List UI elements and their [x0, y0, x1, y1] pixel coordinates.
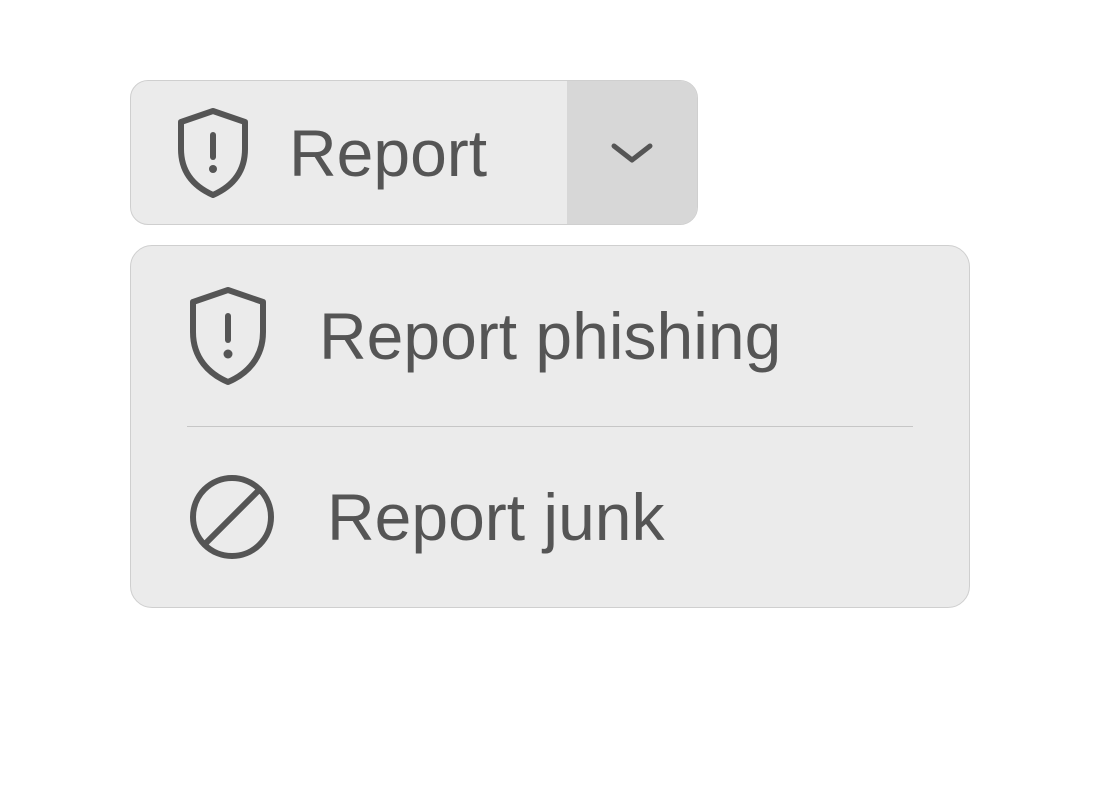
report-phishing-item[interactable]: Report phishing [131, 246, 969, 426]
menu-item-label: Report phishing [319, 298, 781, 374]
menu-item-label: Report junk [327, 479, 665, 555]
report-junk-item[interactable]: Report junk [131, 427, 969, 607]
report-button-label: Report [289, 115, 487, 191]
report-split-button: Report [130, 80, 698, 225]
shield-alert-icon [175, 107, 251, 199]
report-button[interactable]: Report [131, 81, 567, 224]
report-dropdown-toggle[interactable] [567, 81, 697, 224]
chevron-down-icon [610, 140, 654, 166]
report-dropdown-menu: Report phishing Report junk [130, 245, 970, 608]
shield-alert-icon [187, 286, 269, 386]
block-icon [187, 472, 277, 562]
